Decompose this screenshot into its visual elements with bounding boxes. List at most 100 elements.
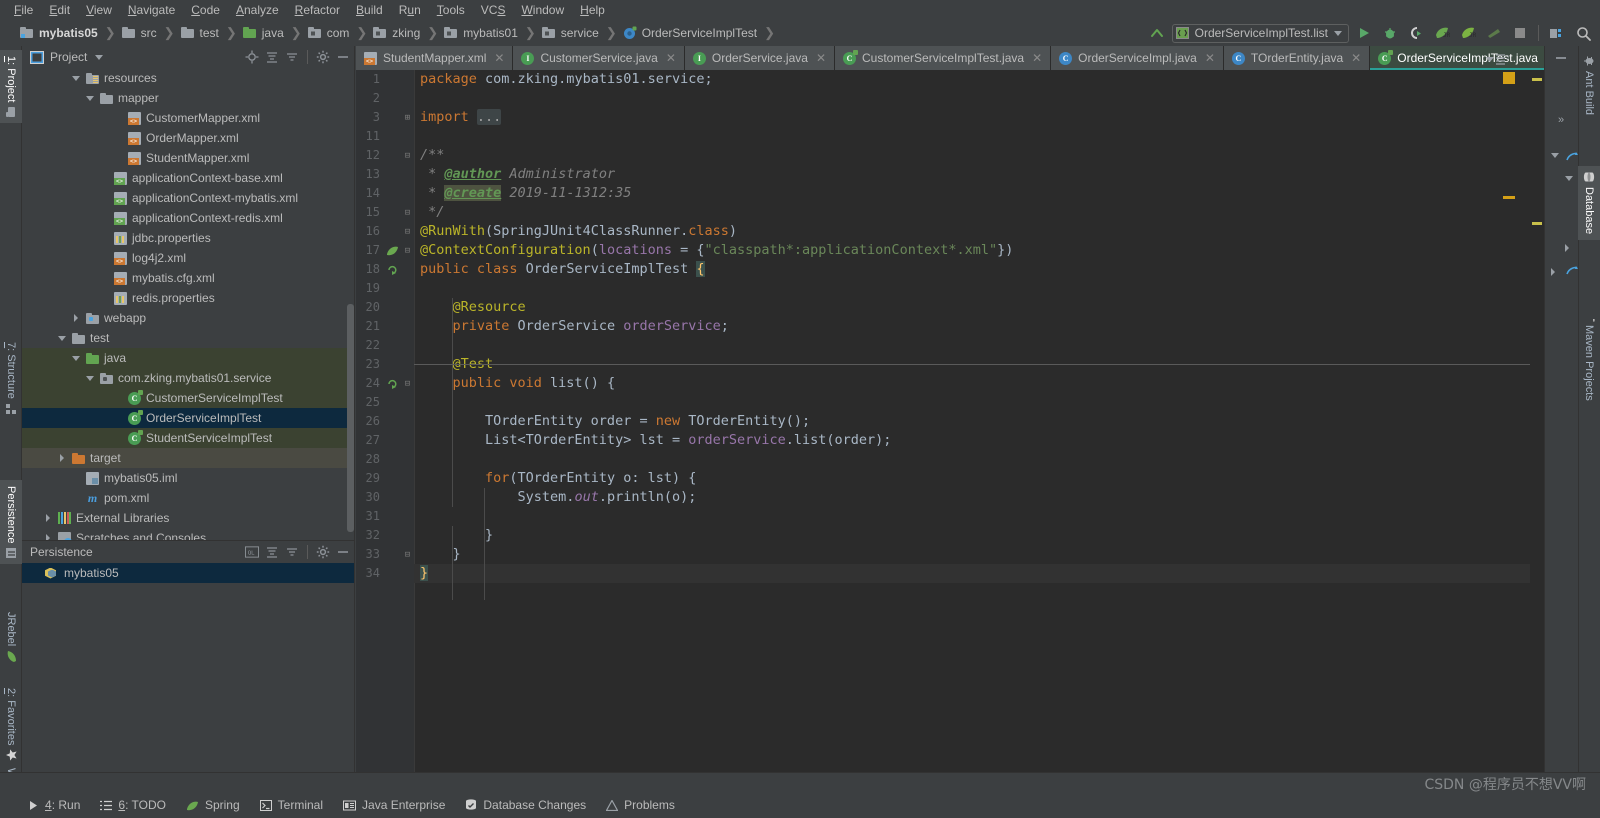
breadcrumb-item-com[interactable]: com <box>307 20 349 46</box>
tree-node[interactable]: External Libraries <box>22 508 354 528</box>
breadcrumb-item-orderserviceimpltest[interactable]: OrderServiceImplTest <box>623 20 757 46</box>
menu-item-analyze[interactable]: Analyze <box>228 1 287 19</box>
tree-node[interactable]: mybatis05.iml <box>22 468 354 488</box>
tree-node[interactable]: mybatis.cfg.xml <box>22 268 354 288</box>
code-line[interactable]: /** <box>414 146 1544 165</box>
breadcrumb-item-mybatis05[interactable]: mybatis05 <box>20 20 98 46</box>
code-line[interactable]: import ... <box>414 108 1544 127</box>
tree-node[interactable]: applicationContext-mybatis.xml <box>22 188 354 208</box>
status-bar-item-6-todo[interactable]: 6: TODO <box>100 798 166 812</box>
chevron-down-icon[interactable] <box>70 75 81 81</box>
code-content[interactable]: package com.zking.mybatis01.service; imp… <box>414 70 1544 772</box>
expand-arrow-icon[interactable] <box>1551 268 1555 276</box>
debug-button[interactable] <box>1379 22 1401 44</box>
tool-window-button-ant-build[interactable]: Ant Build <box>1578 50 1600 121</box>
code-line[interactable]: public class OrderServiceImplTest { <box>414 260 1544 279</box>
tree-node[interactable]: OrderMapper.xml <box>22 128 354 148</box>
stripe-mark[interactable] <box>1532 222 1542 225</box>
code-line[interactable]: } <box>414 526 1544 545</box>
editor-tab-orderserviceimpl-java[interactable]: C OrderServiceImpl.java ✕ <box>1051 46 1224 70</box>
stripe-mark[interactable] <box>1532 78 1542 81</box>
collapse-arrow-icon[interactable] <box>1551 153 1559 158</box>
persistence-item[interactable]: mybatis05 <box>22 563 354 583</box>
menu-item-build[interactable]: Build <box>348 1 391 19</box>
code-line[interactable] <box>414 127 1544 146</box>
code-line[interactable]: private OrderService orderService; <box>414 317 1544 336</box>
code-line[interactable]: public void list() { <box>414 374 1544 393</box>
expand-arrow-icon[interactable] <box>1565 244 1569 252</box>
tree-node[interactable]: applicationContext-redis.xml <box>22 208 354 228</box>
code-line[interactable] <box>414 279 1544 298</box>
code-line[interactable] <box>414 336 1544 355</box>
tool-window-button-7-structure[interactable]: 7: Structure <box>0 336 22 420</box>
tree-node[interactable]: C OrderServiceImplTest <box>22 408 354 428</box>
stop-button[interactable] <box>1509 22 1531 44</box>
menu-item-window[interactable]: Window <box>513 1 572 19</box>
collapse-all-icon[interactable] <box>285 50 299 64</box>
tree-node[interactable]: test <box>22 328 354 348</box>
jrebel-debug-button[interactable]: JR <box>1457 22 1479 44</box>
code-line[interactable] <box>414 450 1544 469</box>
code-line[interactable]: } <box>414 545 1544 564</box>
fold-collapse-icon[interactable]: ⊟ <box>403 241 412 260</box>
menu-item-help[interactable]: Help <box>572 1 613 19</box>
tree-node[interactable]: resources <box>22 68 354 88</box>
chevron-right-icon[interactable] <box>56 454 67 462</box>
jrebel-icon[interactable] <box>1565 150 1579 164</box>
breadcrumb-item-service[interactable]: service <box>541 20 599 46</box>
code-line[interactable]: */ <box>414 203 1544 222</box>
breadcrumb-item-test[interactable]: test <box>180 20 219 46</box>
menu-item-edit[interactable]: Edit <box>41 1 78 19</box>
tree-node[interactable]: CustomerMapper.xml <box>22 108 354 128</box>
chevron-down-icon[interactable] <box>56 335 67 341</box>
chevron-down-icon[interactable] <box>84 375 95 381</box>
editor-settings-chip[interactable]: 3 <box>1486 50 1520 68</box>
status-bar-item-java-enterprise[interactable]: Java Enterprise <box>343 798 445 812</box>
hide-panel-icon[interactable] <box>336 545 350 559</box>
close-icon[interactable]: ✕ <box>1205 51 1215 65</box>
settings-gear-icon[interactable] <box>316 50 330 64</box>
project-tree[interactable]: resources mapper CustomerMapper.xml OrderMa… <box>22 68 354 540</box>
close-icon[interactable]: ✕ <box>816 51 826 65</box>
menu-item-view[interactable]: View <box>78 1 120 19</box>
code-line[interactable]: List<TOrderEntity> lst = orderService.li… <box>414 431 1544 450</box>
breadcrumb-item-mybatis01[interactable]: mybatis01 <box>444 20 518 46</box>
status-bar-item-database-changes[interactable]: Database Changes <box>465 798 586 812</box>
code-line[interactable]: * @author Administrator <box>414 165 1544 184</box>
menu-item-vcs[interactable]: VCS <box>473 1 514 19</box>
fold-collapse-icon[interactable]: ⊟ <box>403 545 412 564</box>
expand-all-icon[interactable] <box>265 545 279 559</box>
status-bar-item-problems[interactable]: Problems <box>606 798 675 812</box>
tree-node[interactable]: C CustomerServiceImplTest <box>22 388 354 408</box>
chevron-down-icon[interactable] <box>1486 56 1494 62</box>
code-line[interactable]: for(TOrderEntity o: lst) { <box>414 469 1544 488</box>
code-line[interactable]: @RunWith(SpringJUnit4ClassRunner.class) <box>414 222 1544 241</box>
code-line[interactable]: package com.zking.mybatis01.service; <box>414 70 1544 89</box>
tree-node[interactable]: java <box>22 348 354 368</box>
menu-item-file[interactable]: File <box>6 1 41 19</box>
spring-bean-gutter-icon[interactable] <box>386 241 400 260</box>
menu-item-tools[interactable]: Tools <box>429 1 473 19</box>
menu-item-refactor[interactable]: Refactor <box>287 1 348 19</box>
fold-collapse-icon[interactable]: ⊟ <box>403 203 412 222</box>
expand-editor-icon[interactable]: » <box>1553 112 1569 128</box>
close-icon[interactable]: ✕ <box>494 51 504 65</box>
jrebel-icon[interactable] <box>1565 264 1579 278</box>
fold-collapse-icon[interactable]: ⊟ <box>403 374 412 393</box>
status-bar-item-terminal[interactable]: Terminal <box>259 798 323 812</box>
chevron-right-icon[interactable] <box>42 514 53 522</box>
run-with-coverage-button[interactable] <box>1405 22 1427 44</box>
tree-node[interactable]: Scratches and Consoles <box>22 528 354 540</box>
chevron-down-icon[interactable] <box>84 95 95 101</box>
hide-editor-icon[interactable] <box>1553 50 1569 66</box>
project-tree-scrollbar[interactable] <box>347 304 354 532</box>
tree-node[interactable]: mapper <box>22 88 354 108</box>
error-stripe-gutter[interactable] <box>1530 70 1544 772</box>
fold-expand-icon[interactable]: ⊞ <box>403 108 412 127</box>
run-test-gutter-icon[interactable] <box>386 374 400 393</box>
close-icon[interactable]: ✕ <box>1032 51 1042 65</box>
collapse-all-icon[interactable] <box>285 545 299 559</box>
editor-tab-customerserviceimpltest-java[interactable]: C CustomerServiceImplTest.java ✕ <box>835 46 1052 70</box>
breadcrumb-item-src[interactable]: src <box>121 20 157 46</box>
locate-icon[interactable] <box>245 50 259 64</box>
